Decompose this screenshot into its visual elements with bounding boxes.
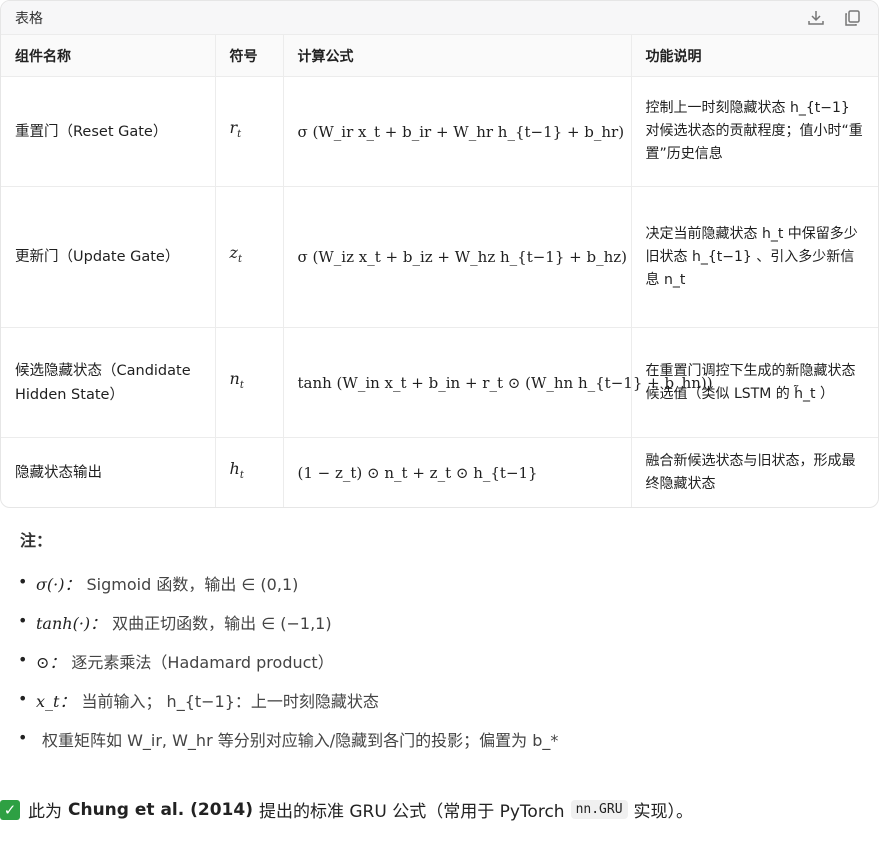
list-item: 权重矩阵如 W_ir, W_hr 等分别对应输入/隐藏到各门的投影；偏置为 b_…	[18, 719, 558, 758]
cell-name: 更新门（Update Gate）	[1, 186, 216, 328]
note-text: 当前输入； h_{t−1}：上一时刻隐藏状态	[81, 691, 379, 711]
download-icon	[808, 10, 824, 25]
cell-name: 重置门（Reset Gate）	[1, 76, 216, 187]
note-text: 逐元素乘法（Hadamard product）	[71, 652, 334, 672]
footer-prefix: 此为	[28, 802, 62, 822]
footer-middle: 提出的标准 GRU 公式（常用于 PyTorch	[258, 802, 565, 822]
list-item: tanh(·)：双曲正切函数，输出 ∈ (−1,1)	[18, 602, 558, 641]
cell-symbol: rt	[215, 76, 284, 187]
note-symbol: tanh(·)：	[36, 613, 107, 633]
cell-formula: σ (W_ir x_t + b_ir + W_hr h_{t−1} + b_hr…	[283, 76, 632, 187]
table-card: 表格 组件名称 符号 计算公式 功能说明 重置门（Reset Gate） rt …	[0, 0, 879, 508]
copy-icon	[845, 9, 860, 26]
cell-symbol: ht	[215, 437, 284, 507]
footer-suffix: 实现）。	[633, 802, 694, 822]
table-row: 候选隐藏状态（Candidate Hidden State） nt tanh (…	[1, 327, 878, 438]
cell-formula: (1 − z_t) ⊙ n_t + z_t ⊙ h_{t−1}	[283, 437, 632, 507]
column-header-name: 组件名称	[1, 35, 216, 77]
footer-citation: Chung et al. (2014)	[68, 799, 253, 820]
note-text: 双曲正切函数，输出 ∈ (−1,1)	[112, 613, 332, 633]
notes-title: 注：	[20, 531, 53, 550]
copy-button[interactable]	[838, 4, 866, 32]
list-item: σ(·)：Sigmoid 函数，输出 ∈ (0,1)	[18, 563, 558, 602]
table-row: 隐藏状态输出 ht (1 − z_t) ⊙ n_t + z_t ⊙ h_{t−1…	[1, 437, 878, 507]
column-header-symbol: 符号	[215, 35, 284, 77]
note-text: 权重矩阵如 W_ir, W_hr 等分别对应输入/隐藏到各门的投影；偏置为 b_…	[42, 730, 559, 750]
table-card-title: 表格	[15, 10, 43, 27]
check-icon: ✓	[0, 799, 20, 820]
note-symbol: ⊙：	[36, 652, 66, 672]
cell-description: 控制上一时刻隐藏状态 h_{t−1} 对候选状态的贡献程度；值小时“重置”历史信…	[631, 76, 878, 187]
cell-symbol: zt	[215, 186, 284, 328]
cell-description: 在重置门调控下生成的新隐藏状态候选值（类似 LSTM 的 h̃_t ）	[631, 327, 878, 438]
note-symbol: x_t：	[36, 691, 76, 711]
list-item: ⊙：逐元素乘法（Hadamard product）	[18, 641, 558, 680]
note-text: Sigmoid 函数，输出 ∈ (0,1)	[86, 574, 299, 594]
cell-description: 决定当前隐藏状态 h_t 中保留多少旧状态 h_{t−1} 、引入多少新信息 n…	[631, 186, 878, 328]
table-row: 更新门（Update Gate） zt σ (W_iz x_t + b_iz +…	[1, 186, 878, 328]
cell-formula: tanh (W_in x_t + b_in + r_t ⊙ (W_hn h_{t…	[283, 327, 713, 438]
download-button[interactable]	[802, 4, 830, 32]
cell-name: 隐藏状态输出	[1, 437, 216, 507]
cell-formula: σ (W_iz x_t + b_iz + W_hz h_{t−1} + b_hz…	[283, 186, 632, 328]
gru-table: 组件名称 符号 计算公式 功能说明 重置门（Reset Gate） rt σ (…	[1, 35, 878, 507]
cell-description: 融合新候选状态与旧状态，形成最终隐藏状态	[645, 452, 856, 492]
note-symbol: σ(·)：	[36, 574, 81, 594]
cell-name: 候选隐藏状态（Candidate Hidden State）	[1, 327, 216, 438]
cell-symbol: nt	[215, 327, 284, 438]
column-header-description: 功能说明	[631, 35, 878, 77]
footer-code: nn.GRU	[570, 800, 628, 819]
table-card-header: 表格	[1, 1, 878, 35]
notes-section: 注： σ(·)：Sigmoid 函数，输出 ∈ (0,1) tanh(·)：双曲…	[18, 527, 560, 758]
table-row: 重置门（Reset Gate） rt σ (W_ir x_t + b_ir + …	[1, 76, 878, 187]
list-item: x_t：当前输入； h_{t−1}：上一时刻隐藏状态	[18, 680, 558, 719]
column-header-formula: 计算公式	[283, 35, 632, 77]
table-header-row: 组件名称 符号 计算公式 功能说明	[1, 35, 878, 77]
footer-line: ✓ 此为 Chung et al. (2014) 提出的标准 GRU 公式（常用…	[0, 797, 693, 822]
notes-list: σ(·)：Sigmoid 函数，输出 ∈ (0,1) tanh(·)：双曲正切函…	[18, 563, 558, 758]
